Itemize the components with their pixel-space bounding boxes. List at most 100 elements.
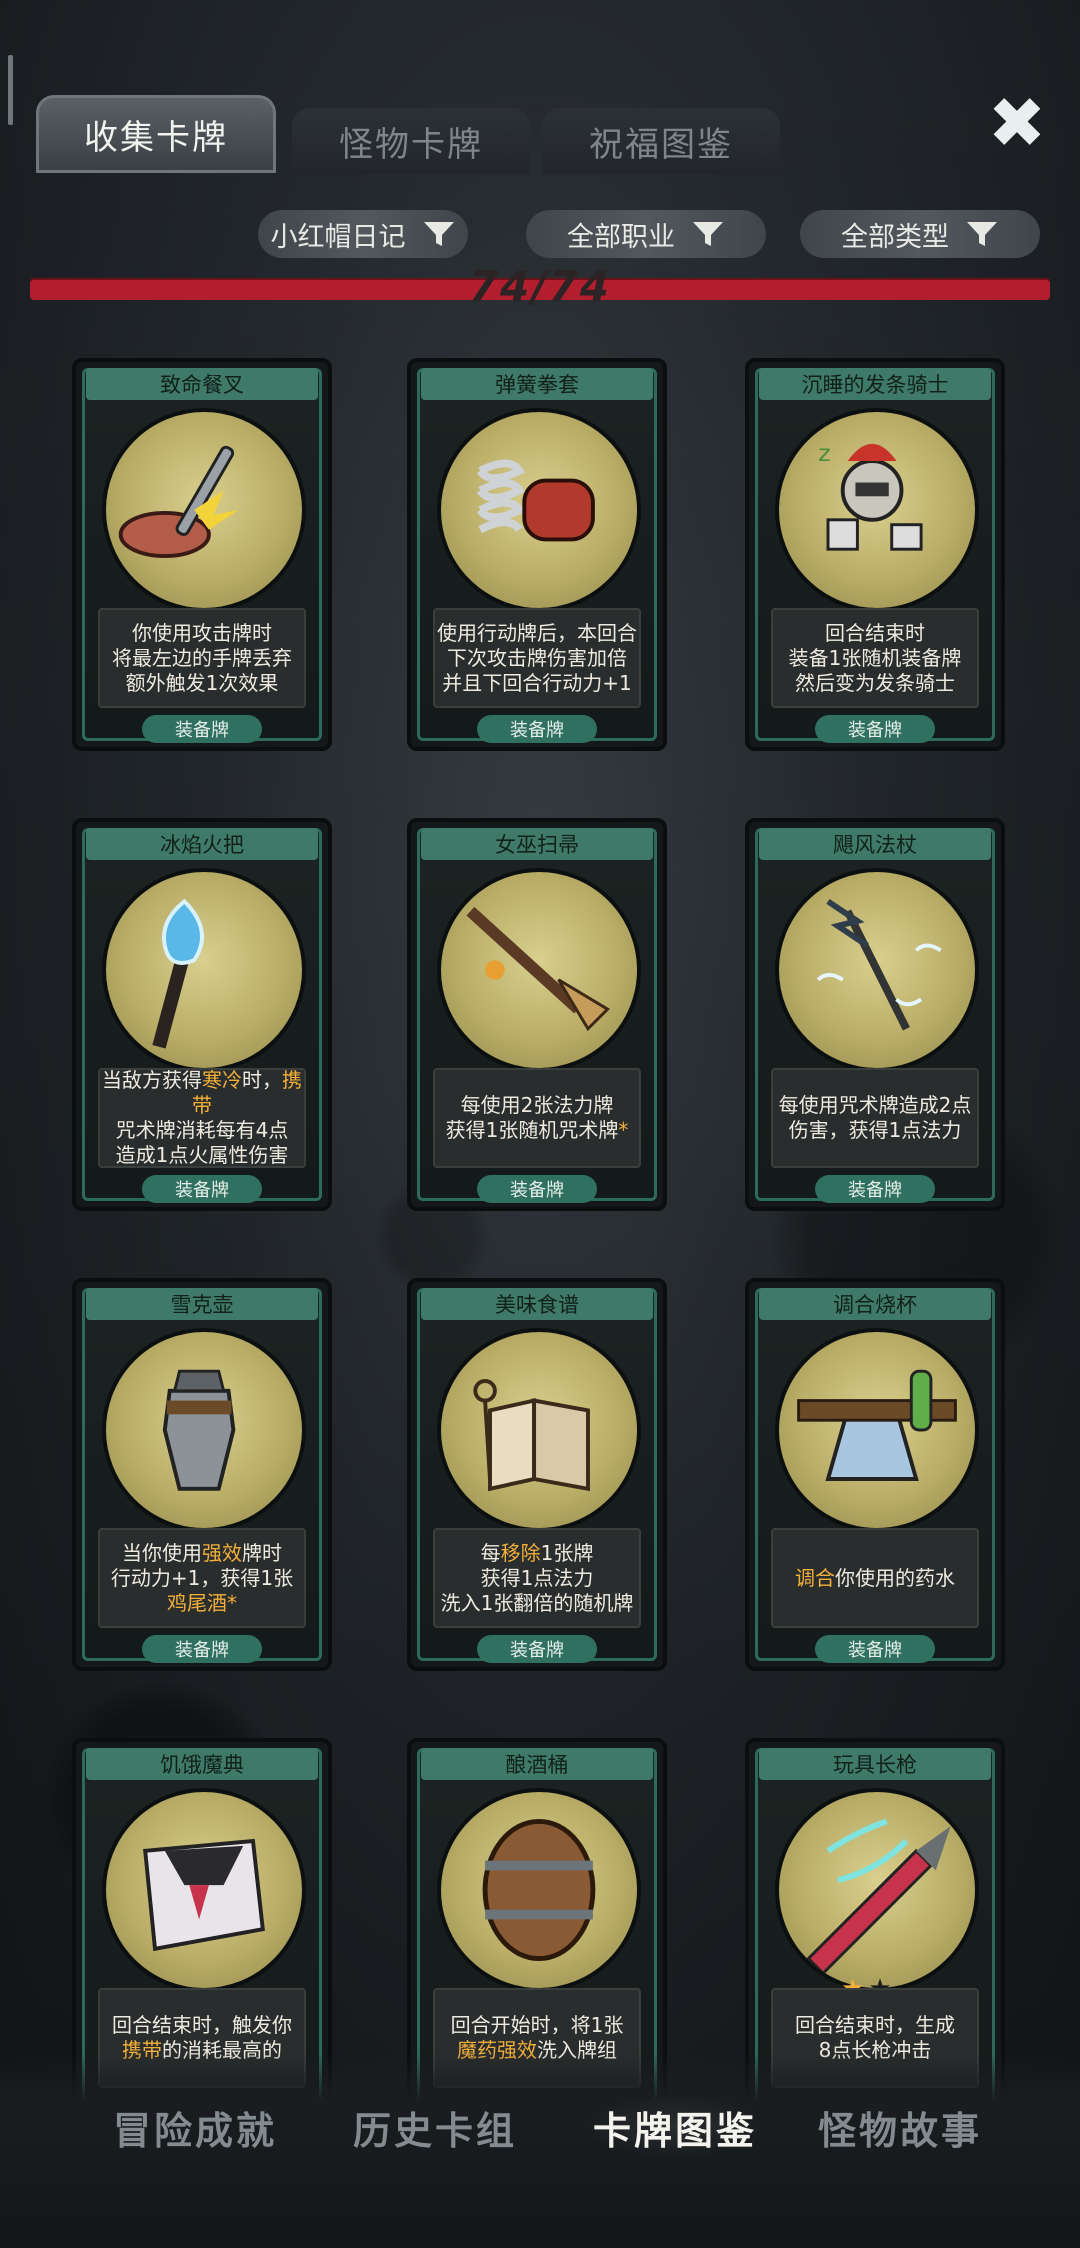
spring-glove-icon bbox=[437, 408, 641, 612]
keyword-highlight: * bbox=[618, 1118, 629, 1142]
card-description: 调合你使用的药水 bbox=[771, 1528, 979, 1628]
description-line: 回合开始时，将1张 bbox=[451, 2013, 624, 2038]
toy-lance-icon bbox=[775, 1788, 979, 1992]
card-description: 每使用咒术牌造成2点 伤害，获得1点法力 bbox=[771, 1068, 979, 1168]
card-type-label: 装备牌 bbox=[477, 715, 597, 743]
description-text: 回合结束时，生成 bbox=[795, 2013, 955, 2037]
description-text: 使用行动牌后，本回合 bbox=[437, 620, 637, 645]
description-text: 装备1张随机装备牌 bbox=[788, 645, 962, 670]
equipment-card[interactable]: 雪克壶 当你使用强效牌时 行动力+1，获得1张 鸡尾酒* 装备牌 bbox=[72, 1278, 332, 1671]
description-text: 然后变为发条骑士 bbox=[795, 670, 955, 695]
description-line: 获得1点法力 bbox=[481, 1566, 594, 1591]
nav-achievements[interactable]: 冒险成就 bbox=[100, 2095, 290, 2159]
equipment-card[interactable]: 致命餐叉 你使用攻击牌时 将最左边的手牌丢弃 额外触发1次效果 装备牌 bbox=[72, 358, 332, 751]
card-description: 当敌方获得寒冷时，携带 咒术牌消耗每有4点 造成1点火属性伤害 bbox=[98, 1068, 306, 1168]
card-type-label: 装备牌 bbox=[815, 1175, 935, 1203]
description-text: 咒术牌消耗每有4点 bbox=[115, 1118, 289, 1142]
card-title: 沉睡的发条骑士 bbox=[759, 368, 991, 400]
description-text: 行动力+1，获得1张 bbox=[110, 1565, 294, 1590]
description-text: 每使用2张法力牌 bbox=[460, 1093, 614, 1117]
description-text: 回合结束时 bbox=[825, 620, 925, 645]
card-type-label: 装备牌 bbox=[815, 1635, 935, 1663]
description-line: 每使用2张法力牌 bbox=[461, 1093, 614, 1118]
description-line: 回合结束时，触发你 bbox=[112, 2013, 292, 2038]
tab-collect-cards[interactable]: 收集卡牌 bbox=[36, 95, 276, 173]
keyword-highlight: 寒冷 bbox=[202, 1068, 242, 1092]
blue-torch-icon bbox=[102, 868, 306, 1072]
description-line: 鸡尾酒* bbox=[167, 1591, 237, 1616]
description-line: 并且下回合行动力+1 bbox=[442, 671, 631, 696]
description-text: 回合开始时，将1张 bbox=[450, 2013, 624, 2037]
tab-monster-cards[interactable]: 怪物卡牌 bbox=[292, 108, 530, 174]
description-text: 造成1点火属性伤害 bbox=[115, 1143, 289, 1167]
close-icon: ✖ bbox=[987, 82, 1047, 164]
close-button[interactable]: ✖ bbox=[982, 82, 1052, 164]
description-line: 每移除1张牌 bbox=[481, 1541, 594, 1566]
nav-card-codex[interactable]: 卡牌图鉴 bbox=[580, 2095, 770, 2159]
description-line: 下次攻击牌伤害加倍 bbox=[447, 646, 627, 671]
shaker-icon bbox=[102, 1328, 306, 1532]
description-line: 额外触发1次效果 bbox=[126, 671, 279, 696]
filter-profession[interactable]: 全部职业 bbox=[526, 210, 766, 258]
svg-text:z: z bbox=[818, 439, 830, 467]
equipment-card[interactable]: 调合烧杯 调合你使用的药水 装备牌 bbox=[745, 1278, 1005, 1671]
equipment-card[interactable]: 飓风法杖每使用咒术牌造成2点 伤害，获得1点法力装备牌 bbox=[745, 818, 1005, 1211]
card-type-label: 装备牌 bbox=[477, 1635, 597, 1663]
nav-monster-stories[interactable]: 怪物故事 bbox=[805, 2095, 995, 2159]
description-text: 1张牌 bbox=[540, 1540, 594, 1565]
card-description: 每移除1张牌 获得1点法力 洗入1张翻倍的随机牌 bbox=[433, 1528, 641, 1628]
equipment-card[interactable]: 美味食谱 每移除1张牌 获得1点法力 洗入1张翻倍的随机牌 装备牌 bbox=[407, 1278, 667, 1671]
description-line: 将最左边的手牌丢弃 bbox=[112, 646, 292, 671]
description-line: 然后变为发条骑士 bbox=[795, 671, 955, 696]
description-text: 获得1点法力 bbox=[480, 1565, 594, 1590]
storm-staff-icon bbox=[775, 868, 979, 1072]
description-text: 获得1张随机咒术牌 bbox=[445, 1118, 619, 1142]
description-text: 当你使用 bbox=[122, 1540, 202, 1565]
hungry-grimoire-icon bbox=[102, 1788, 306, 1992]
filter-diary[interactable]: 小红帽日记 bbox=[258, 210, 468, 258]
description-text: 洗入1张翻倍的随机牌 bbox=[440, 1590, 634, 1615]
description-line: 每使用咒术牌造成2点 bbox=[779, 1093, 972, 1118]
card-title: 玩具长枪 bbox=[759, 1748, 991, 1780]
keyword-highlight: 鸡尾酒* bbox=[167, 1590, 237, 1615]
description-text: 回合结束时，触发你 bbox=[112, 2013, 292, 2037]
card-description: 回合结束时 装备1张随机装备牌 然后变为发条骑士 bbox=[771, 608, 979, 708]
description-line: 伤害，获得1点法力 bbox=[789, 1118, 962, 1143]
card-title: 弹簧拳套 bbox=[421, 368, 653, 400]
card-type-label: 装备牌 bbox=[815, 715, 935, 743]
description-line: 行动力+1，获得1张 bbox=[111, 1566, 293, 1591]
nav-history-decks[interactable]: 历史卡组 bbox=[340, 2095, 530, 2159]
barrel-icon bbox=[437, 1788, 641, 1992]
equipment-card[interactable]: 冰焰火把 当敌方获得寒冷时，携带 咒术牌消耗每有4点 造成1点火属性伤害 装备牌 bbox=[72, 818, 332, 1211]
equipment-card[interactable]: 女巫扫帚 每使用2张法力牌 获得1张随机咒术牌* 装备牌 bbox=[407, 818, 667, 1211]
equipment-card[interactable]: 沉睡的发条骑士 z 回合结束时 装备1张随机装备牌 然后变为发条骑士 装备牌 bbox=[745, 358, 1005, 751]
description-line: 当敌方获得寒冷时，携带 bbox=[100, 1068, 304, 1118]
collection-progress-text: 74/74 bbox=[468, 262, 612, 311]
description-line: 咒术牌消耗每有4点 bbox=[116, 1118, 289, 1143]
description-line: 使用行动牌后，本回合 bbox=[437, 621, 637, 646]
card-description: 你使用攻击牌时 将最左边的手牌丢弃 额外触发1次效果 bbox=[98, 608, 306, 708]
description-text: 额外触发1次效果 bbox=[125, 670, 279, 695]
tab-blessing-codex[interactable]: 祝福图鉴 bbox=[542, 108, 780, 174]
description-line: 造成1点火属性伤害 bbox=[116, 1143, 289, 1168]
description-line: 你使用攻击牌时 bbox=[132, 621, 272, 646]
filter-funnel-icon bbox=[422, 219, 456, 249]
description-line: 回合结束时，生成 bbox=[795, 2013, 955, 2038]
keyword-highlight: 强效 bbox=[202, 1540, 242, 1565]
card-title: 致命餐叉 bbox=[86, 368, 318, 400]
filter-funnel-icon bbox=[691, 219, 725, 249]
card-type-label: 装备牌 bbox=[142, 715, 262, 743]
card-title: 美味食谱 bbox=[421, 1288, 653, 1320]
recipe-book-icon bbox=[437, 1328, 641, 1532]
card-title: 飓风法杖 bbox=[759, 828, 991, 860]
description-text: 你使用攻击牌时 bbox=[132, 620, 272, 645]
equipment-card[interactable]: 弹簧拳套使用行动牌后，本回合 下次攻击牌伤害加倍 并且下回合行动力+1 装备牌 bbox=[407, 358, 667, 751]
witch-broom-icon bbox=[437, 868, 641, 1072]
description-text: 你使用的药水 bbox=[835, 1565, 955, 1590]
card-title: 女巫扫帚 bbox=[421, 828, 653, 860]
edge-indicator bbox=[8, 55, 13, 125]
description-text: 伤害，获得1点法力 bbox=[788, 1118, 962, 1142]
card-description: 当你使用强效牌时 行动力+1，获得1张 鸡尾酒* bbox=[98, 1528, 306, 1628]
filter-type[interactable]: 全部类型 bbox=[800, 210, 1040, 258]
filter-label: 全部类型 bbox=[841, 221, 949, 253]
